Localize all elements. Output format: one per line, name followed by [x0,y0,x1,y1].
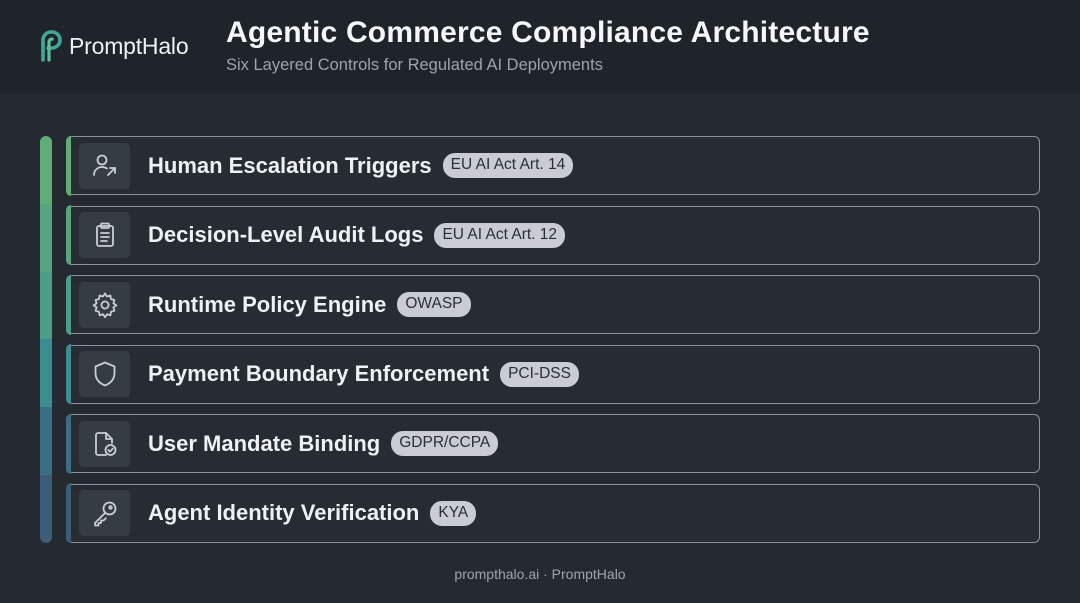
infographic: PromptHalo Agentic Commerce Compliance A… [0,0,1080,603]
layer-label: Payment Boundary Enforcement [148,361,490,387]
layer-accent [65,274,71,335]
layer-icon-box [79,281,130,328]
layer-accent [65,344,71,405]
page-subtitle: Six Layered Controls for Regulated AI De… [226,56,603,74]
layer-accent [65,413,71,474]
layer-icon-box [79,420,130,467]
layer-label: User Mandate Binding [148,430,381,456]
layer-rail [40,136,52,543]
footer-credit: prompthalo.ai · PromptHalo [454,566,626,582]
layer-label: Decision-Level Audit Logs [148,222,424,248]
clipboard-icon [90,220,120,250]
layer-icon-box [79,142,130,189]
shield-icon [90,359,120,389]
layer-audit-logs: Decision-Level Audit Logs EU AI Act Art.… [65,205,1040,266]
rail-segment [40,203,52,272]
layer-stack: Human Escalation Triggers EU AI Act Art.… [65,135,1040,554]
layer-icon-box [79,351,130,398]
regulation-badge: KYA [430,500,477,526]
regulation-badge: OWASP [397,292,471,318]
layer-label: Agent Identity Verification [148,500,420,526]
layer-label: Runtime Policy Engine [148,291,387,317]
rail-segment [40,339,52,408]
prompthalo-logo-icon [38,29,64,63]
page-title: Agentic Commerce Compliance Architecture [226,16,870,49]
regulation-badge: EU AI Act Art. 14 [442,153,574,178]
rail-segment [40,271,52,340]
layer-accent [65,483,71,544]
layer-accent [65,135,71,196]
layer-accent [65,205,71,266]
regulation-badge: PCI-DSS [500,361,579,387]
layer-human-escalation: Human Escalation Triggers EU AI Act Art.… [65,135,1040,196]
layer-payment-boundary: Payment Boundary Enforcement PCI-DSS [65,344,1040,405]
key-icon [90,498,120,528]
rail-segment [40,136,52,204]
brand-logo: PromptHalo [38,28,189,64]
rail-segment [40,407,52,476]
layer-agent-identity: Agent Identity Verification KYA [65,483,1040,544]
person-escalation-icon [90,151,120,181]
document-check-icon [90,429,120,459]
regulation-badge: GDPR/CCPA [391,431,499,457]
layer-policy-engine: Runtime Policy Engine OWASP [65,274,1040,335]
layer-label: Human Escalation Triggers [148,152,432,178]
layer-icon-box [79,212,130,259]
brand-name: PromptHalo [69,32,189,59]
rail-segment [40,475,52,543]
layer-user-mandate: User Mandate Binding GDPR/CCPA [65,413,1040,474]
regulation-badge: EU AI Act Art. 12 [434,222,566,248]
header: PromptHalo Agentic Commerce Compliance A… [0,0,1080,94]
gear-icon [90,290,120,320]
layer-icon-box [79,490,130,537]
